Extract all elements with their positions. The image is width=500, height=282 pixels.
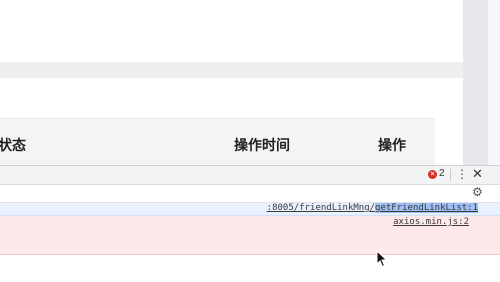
- console-message-row: :8005/friendLinkMng/getFriendLinkList:1: [0, 203, 500, 216]
- more-options-icon[interactable]: ⋮: [456, 167, 468, 181]
- source-link-highlight[interactable]: getFriendLinkList:1: [375, 203, 478, 213]
- content-card-top: [0, 0, 463, 62]
- console-error-row: axios.min.js:2: [0, 216, 500, 255]
- source-link-path[interactable]: :8005/friendLinkMng/: [267, 203, 375, 213]
- devtools-panel: × 2 ⋮ ✕ ⚙ :8005/friendLinkMng/getFriendL…: [0, 165, 500, 282]
- close-icon[interactable]: ✕: [472, 166, 483, 182]
- error-count-badge[interactable]: 2: [439, 168, 445, 179]
- devtools-main-toolbar: × 2 ⋮ ✕: [0, 166, 500, 185]
- column-header-operations: 操作: [378, 138, 406, 154]
- content-card-middle: [0, 78, 463, 120]
- column-header-status[interactable]: 状态: [0, 135, 26, 155]
- page-scrollbar[interactable]: [488, 0, 500, 165]
- page-gap: [0, 62, 463, 78]
- toolbar-divider: [450, 169, 451, 181]
- console-source-link[interactable]: :8005/friendLinkMng/getFriendLinkList:1: [267, 203, 478, 213]
- column-header-operation-time[interactable]: 操作时间: [234, 135, 290, 155]
- console-source-link[interactable]: axios.min.js:2: [393, 217, 469, 227]
- console-toolbar: ⚙: [0, 185, 500, 203]
- table-header: 状态 操作时间 操作: [0, 118, 435, 167]
- error-icon[interactable]: ×: [428, 170, 437, 179]
- gear-icon[interactable]: ⚙: [472, 185, 483, 199]
- mouse-cursor-icon: [376, 250, 388, 268]
